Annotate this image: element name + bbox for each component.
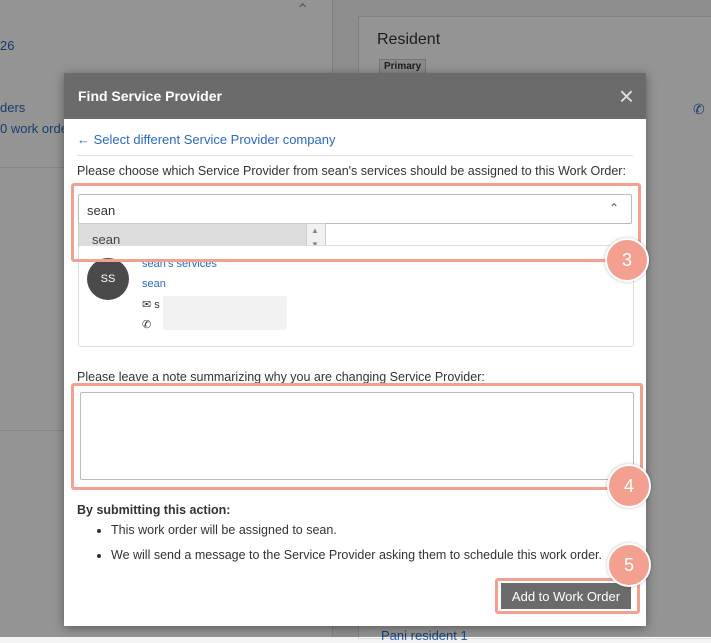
provider-phone: ✆ [142, 318, 151, 331]
provider-name-link[interactable]: sean [142, 278, 166, 290]
step-marker-5: 5 [607, 543, 651, 587]
avatar: SS [87, 258, 129, 300]
modal-title: Find Service Provider [78, 88, 222, 104]
back-link[interactable]: ← Select different Service Provider comp… [77, 132, 335, 147]
note-label: Please leave a note summarizing why you … [77, 370, 485, 384]
phone-icon: ✆ [142, 319, 152, 331]
choose-instruction: Please choose which Service Provider fro… [77, 164, 626, 178]
envelope-icon: ✉ [142, 299, 152, 311]
step-marker-4: 4 [607, 464, 651, 508]
step-marker-3: 3 [605, 238, 649, 282]
find-service-provider-modal: Find Service Provider × ← Select differe… [64, 73, 646, 626]
redacted-contact [163, 296, 287, 330]
email-text: s [154, 299, 160, 311]
arrow-left-icon: ← [77, 132, 90, 147]
modal-header: Find Service Provider × [64, 73, 646, 119]
submit-title: By submitting this action: [77, 503, 231, 517]
highlight-box-4 [71, 383, 643, 490]
provider-email: ✉ s [142, 298, 160, 311]
bullet-item: We will send a message to the Service Pr… [111, 548, 602, 563]
divider [77, 155, 633, 156]
back-link-label: Select different Service Provider compan… [93, 132, 336, 147]
close-icon[interactable]: × [619, 83, 634, 109]
bullet-item: This work order will be assigned to sean… [111, 523, 602, 538]
highlight-box-3 [71, 183, 641, 262]
submit-bullets: This work order will be assigned to sean… [77, 523, 602, 573]
